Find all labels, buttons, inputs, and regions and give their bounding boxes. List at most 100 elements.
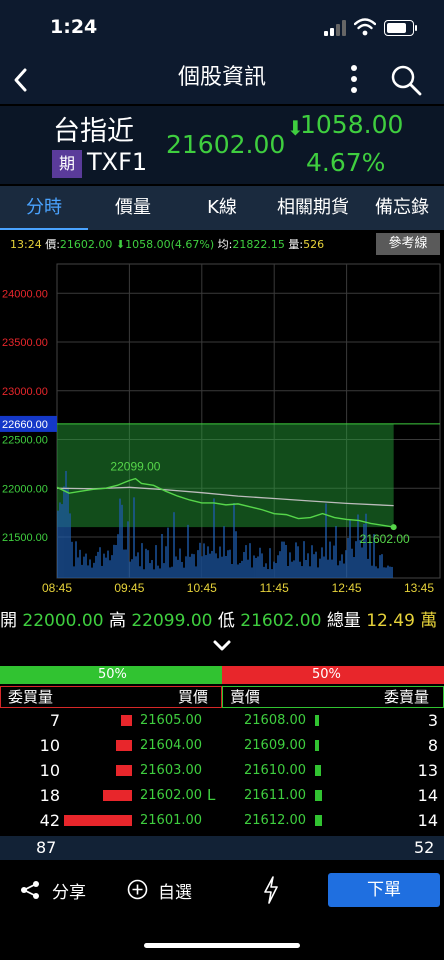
low-price: 21602.00 — [240, 611, 322, 631]
ask-qty: 3 — [427, 711, 438, 730]
add-circle-icon[interactable] — [127, 879, 148, 900]
tab-price-volume[interactable]: 價量 — [88, 186, 178, 230]
y-tick-label: 24000.00 — [2, 288, 48, 300]
bid-qty: 10 — [39, 736, 60, 755]
ask-qty-bar — [315, 790, 322, 801]
home-indicator — [144, 943, 300, 948]
tab-related-futures[interactable]: 相關期貨 — [266, 186, 360, 230]
ask-qty-bar — [315, 715, 319, 726]
bid-qty: 7 — [49, 711, 60, 730]
order-book-row[interactable]: 42 21601.00 21612.00 14 — [0, 808, 444, 833]
ask-qty: 13 — [417, 761, 438, 780]
price-change: 1058.00 — [300, 110, 404, 139]
bid-qty-bar — [115, 765, 132, 776]
ask-qty-bar — [315, 740, 319, 751]
bid-price-header: 買價 — [178, 688, 209, 706]
bid-price: 21603.00 — [140, 763, 203, 778]
open-price: 22000.00 — [22, 611, 104, 631]
low-marker: L — [207, 786, 216, 804]
bid-qty-bar — [120, 715, 132, 726]
ask-qty: 14 — [417, 811, 438, 830]
intraday-chart[interactable]: 24000.00 23500.00 23000.00 22660.00 22500.00… — [0, 258, 444, 598]
bid-qty-header: 委買量 — [8, 688, 54, 706]
ask-price: 21609.00 — [244, 738, 307, 753]
ask-price: 21610.00 — [244, 763, 307, 778]
tab-intraday[interactable]: 分時 — [0, 186, 88, 230]
bid-qty-bar — [64, 815, 132, 826]
tab-memo[interactable]: 備忘錄 — [360, 186, 444, 230]
y-tick-label: 21500.00 — [2, 532, 48, 544]
quote-time: 13:24 — [10, 238, 42, 251]
quote-change: 1058.00(4.67%) — [125, 238, 215, 251]
bid-price: 21601.00 — [140, 813, 203, 828]
reference-band — [57, 423, 394, 528]
ask-qty-bar — [315, 765, 322, 776]
x-tick-label: 08:45 — [42, 581, 72, 595]
y-tick-label: 22000.00 — [2, 483, 48, 495]
tab-kline[interactable]: K線 — [178, 186, 266, 230]
quote-avg: 21822.15 — [232, 238, 285, 251]
x-tick-label: 10:45 — [187, 581, 217, 595]
wifi-icon — [354, 18, 376, 36]
x-tick-label: 13:45 — [404, 581, 434, 595]
y-tick-label: 22660.00 — [2, 419, 48, 431]
total-volume-unit: 萬 — [420, 611, 438, 631]
order-book-row[interactable]: 10 21604.00 21609.00 8 — [0, 733, 444, 758]
chevron-down-icon[interactable] — [210, 636, 234, 656]
ask-qty-bar — [315, 815, 322, 826]
back-arrow-icon[interactable] — [6, 60, 36, 100]
order-book-row[interactable]: 18 21602.00 L 21611.00 14 — [0, 783, 444, 808]
nav-bar — [0, 56, 444, 104]
instrument-name: 台指近 — [53, 116, 134, 147]
place-order-button[interactable]: 下單 — [328, 873, 440, 907]
bid-qty: 10 — [39, 761, 60, 780]
sell-ratio-text: 50% — [312, 667, 341, 682]
bid-qty: 18 — [39, 786, 60, 805]
total-volume: 12.49 — [366, 611, 415, 631]
bid-qty-bar — [115, 740, 132, 751]
y-tick-label: 23000.00 — [2, 386, 48, 398]
order-book-row[interactable]: 7 21605.00 21608.00 3 — [0, 708, 444, 733]
ohlc-summary: 開 22000.00 高 22099.00 低 21602.00 總量 12.4… — [0, 611, 438, 631]
bid-price: 21604.00 — [140, 738, 203, 753]
cellular-signal-icon — [324, 20, 346, 36]
price-annotation: 22099.00 — [110, 460, 160, 474]
share-icon[interactable] — [19, 880, 41, 900]
book-totals — [0, 836, 444, 860]
bid-price: 21605.00 — [140, 713, 203, 728]
last-price: 21602.00 — [166, 130, 286, 159]
total-ask-qty: 52 — [414, 838, 435, 857]
ask-price: 21612.00 — [244, 813, 307, 828]
more-vertical-icon[interactable] — [343, 62, 365, 96]
status-time: 1:24 — [50, 16, 98, 38]
x-tick-label: 11:45 — [260, 581, 289, 595]
ask-price: 21611.00 — [244, 788, 307, 803]
plot-area — [56, 263, 441, 579]
buy-ratio-text: 50% — [98, 667, 127, 682]
battery-icon — [384, 20, 417, 36]
reference-line-button[interactable]: 參考線 — [376, 233, 440, 255]
search-icon[interactable] — [388, 62, 424, 98]
quote-price: 21602.00 — [59, 238, 113, 251]
y-tick-label: 22500.00 — [2, 435, 48, 447]
price-change-percent: 4.67% — [306, 148, 386, 177]
price-annotation: 21602.00 — [360, 532, 410, 546]
order-book-row[interactable]: 10 21603.00 21610.00 13 — [0, 758, 444, 783]
add-favorite-button[interactable]: 自選 — [158, 878, 192, 903]
bid-price: 21602.00 — [140, 788, 203, 803]
futures-badge: 期 — [52, 150, 82, 178]
bid-qty: 42 — [39, 811, 60, 830]
x-tick-label: 12:45 — [332, 581, 362, 595]
bid-qty-bar — [102, 790, 132, 801]
ask-qty: 14 — [417, 786, 438, 805]
y-tick-label: 23500.00 — [2, 337, 48, 349]
ask-price: 21608.00 — [244, 713, 307, 728]
ask-qty: 8 — [427, 736, 438, 755]
share-button[interactable]: 分享 — [52, 878, 86, 903]
ask-price-header: 賣價 — [230, 688, 261, 706]
quote-down-arrow-icon: ⬇ — [115, 238, 126, 251]
total-bid-qty: 87 — [36, 838, 57, 857]
intraday-quote-line: 13:24 價:21602.00 ⬇1058.00(4.67%) 均:21822… — [10, 238, 325, 251]
lightning-icon[interactable] — [262, 876, 280, 904]
quote-volume: 526 — [303, 238, 325, 251]
